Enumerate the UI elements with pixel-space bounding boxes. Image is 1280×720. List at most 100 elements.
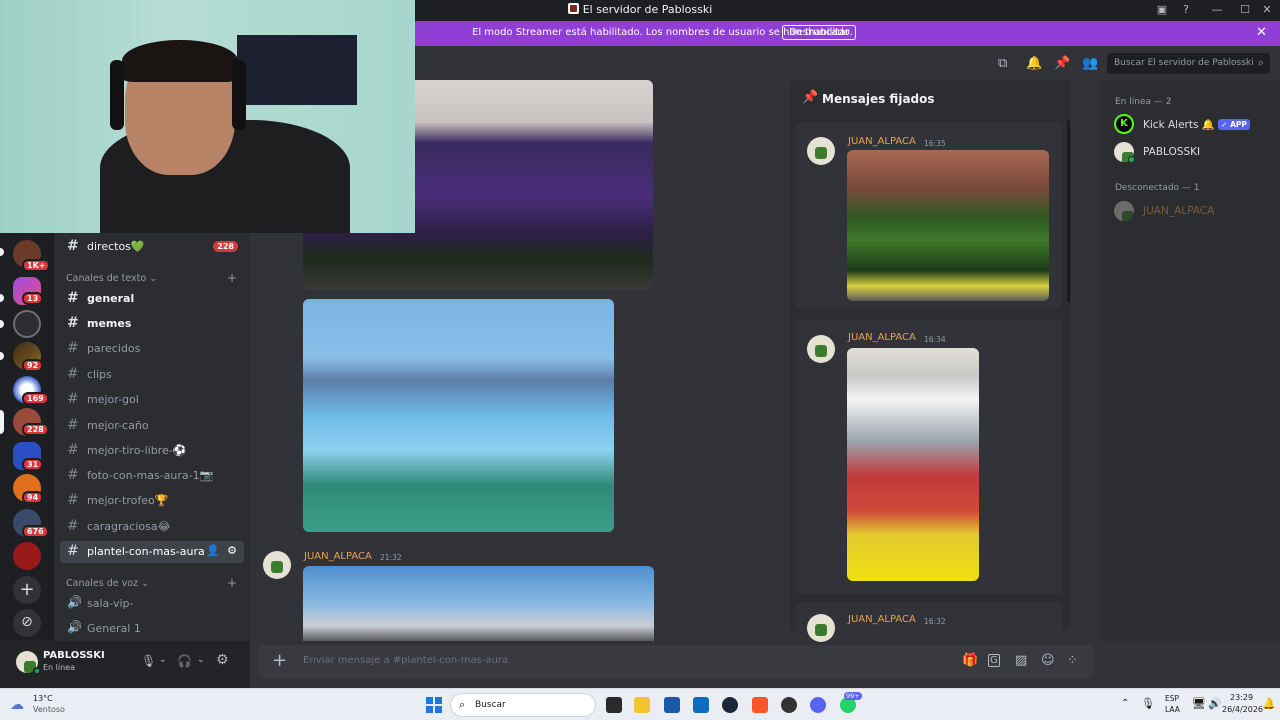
member-list-icon[interactable]: 👥 [1082,56,1098,71]
pinned-photo-green-fans[interactable] [847,150,1049,301]
language-code[interactable]: ESP [1165,694,1179,703]
threads-icon[interactable]: ⧉ [998,56,1007,71]
gift-icon[interactable]: 🎁 [962,653,978,668]
message-timestamp: 16:32 [924,617,946,626]
notification-bell-icon[interactable]: 🔔 [1026,56,1042,71]
server-badge: 94 [22,491,44,504]
category-text-channels[interactable]: Canales de texto ⌄ [66,273,157,284]
member-pablosski[interactable]: PABLOSSKI [1143,146,1200,158]
hash-icon: # [67,543,79,559]
team-photo-trophy[interactable] [303,566,654,641]
add-voice-channel-icon[interactable]: + [227,576,237,590]
discover-icon[interactable]: ⊘ [13,609,41,637]
pinned-message[interactable]: JUAN_ALPACA 16:35 [796,122,1062,308]
sticker-icon[interactable]: ▨ [1015,653,1027,668]
pin-icon[interactable]: 📌 [1054,56,1070,71]
wall-flag [237,35,357,105]
member-avatar[interactable] [1114,201,1134,221]
message-input[interactable]: Enviar mensaje a #plantel-con-mas-aura [303,655,508,666]
pinned-message[interactable]: JUAN_ALPACA 16:32 [796,602,1062,642]
invite-icon[interactable]: 👤 [206,544,220,557]
app-tag: ✓ APP [1218,119,1250,130]
disable-streamer-button[interactable]: Deshabilitar [782,25,857,40]
offline-header: Desconectado — 1 [1115,183,1200,193]
task-view-icon[interactable] [606,697,622,713]
brave-icon[interactable] [752,697,768,713]
channel-general[interactable]: # general [60,288,244,310]
network-icon[interactable]: 🖥 [1192,697,1206,710]
store-icon[interactable] [664,697,680,713]
help-icon[interactable]: ? [1177,3,1195,16]
hash-icon: # [67,366,79,382]
win-logo-part [435,706,442,713]
chevron-down-icon[interactable]: ⌄ [197,655,205,665]
microphone-icon[interactable]: 🎙 [141,654,156,668]
scrollbar[interactable] [1067,120,1070,302]
hash-icon: # [67,290,79,306]
file-explorer-icon[interactable] [634,697,650,713]
add-server-icon[interactable]: + [13,576,41,604]
channel-mejor-gol[interactable]: # mejor-gol [60,389,244,411]
add-channel-icon[interactable]: + [227,271,237,285]
mention-badge: 228 [213,241,238,252]
attach-plus-icon[interactable]: + [272,650,287,671]
kick-logo-icon[interactable]: K [1114,114,1134,134]
author-avatar [807,137,835,165]
chevron-down-icon[interactable]: ⌄ [159,655,167,665]
channel-mejor-tiro-libre[interactable]: # mejor-tiro-libre-⚽ [60,440,244,462]
channel-caragraciosa[interactable]: # caragraciosa😂 [60,516,244,538]
pinned-photo-red-team[interactable] [847,348,979,581]
volume-icon[interactable]: 🔊 [1208,697,1222,710]
inbox-icon[interactable]: ▣ [1153,3,1171,16]
channel-parecidos[interactable]: # parecidos [60,338,244,360]
channel-toolbar: ⧉ 🔔 📌 👥 [790,46,1100,80]
server-icon[interactable] [13,310,41,338]
pinned-message[interactable]: JUAN_ALPACA 16:34 [796,320,1062,594]
discord-icon[interactable] [810,697,826,713]
notifications-bell-icon[interactable]: 🔔 [1262,697,1276,710]
minimize-icon[interactable]: — [1208,3,1226,16]
apps-icon[interactable]: ⁘ [1067,653,1078,668]
weather-temp[interactable]: 13°C [33,694,53,703]
search-input[interactable]: Buscar El servidor de Pablosski ⌕ [1107,53,1270,74]
channel-mejor-trofeo[interactable]: # mejor-trofeo🏆 [60,490,244,512]
gif-icon[interactable]: G [988,654,1000,667]
headphones-icon[interactable]: 🎧 [177,654,192,668]
category-voice-channels[interactable]: Canales de voz ⌄ [66,578,149,589]
user-settings-icon[interactable]: ⚙ [216,652,229,668]
channel-foto-con-mas-aura[interactable]: # foto-con-mas-aura-1📷 [60,465,244,487]
team-photo-light-blue[interactable] [303,299,614,532]
settings-gear-icon[interactable]: ⚙ [227,544,237,557]
emoji-icon[interactable]: ☺ [1041,653,1055,668]
hash-icon: # [67,315,79,331]
channel-directos[interactable]: # directos💚 228 [60,236,244,258]
server-badge: 13 [22,292,44,305]
server-icon[interactable] [13,542,41,570]
channel-memes[interactable]: # memes [60,313,244,335]
start-button[interactable] [426,697,442,713]
selected-server-pill [0,410,4,434]
channel-mejor-cano[interactable]: # mejor-caño [60,415,244,437]
member-kick-alerts[interactable]: Kick Alerts 🔔 ✓ APP [1143,118,1250,131]
message-author[interactable]: JUAN_ALPACA [304,551,372,562]
close-banner-icon[interactable]: ✕ [1256,25,1267,40]
steam-icon[interactable] [722,697,738,713]
maximize-icon[interactable]: ☐ [1236,3,1254,16]
close-window-icon[interactable]: ✕ [1258,3,1276,16]
obs-icon[interactable] [781,697,797,713]
channel-clips[interactable]: # clips [60,364,244,386]
server-badge: 676 [22,525,49,538]
message-composer[interactable]: + Enviar mensaje a #plantel-con-mas-aura… [258,645,1094,679]
channel-plantel-con-mas-aura[interactable]: # plantel-con-mas-aura 👤 ⚙ [60,541,244,563]
voice-channel-general-1[interactable]: 🔊 General 1 [60,618,244,640]
taskbar-search[interactable]: ⌕ Buscar [450,693,596,717]
member-juan-alpaca[interactable]: JUAN_ALPACA [1143,205,1214,217]
tray-chevron-up-icon[interactable]: ⌃ [1121,698,1129,709]
outlook-icon[interactable] [693,697,709,713]
clock-time[interactable]: 23:29 [1230,693,1253,702]
voice-channel-sala-vip[interactable]: 🔊 sala-vip- [60,593,244,615]
tray-mic-icon[interactable]: 🎙 [1141,697,1155,710]
hash-icon: # [67,238,79,254]
author-avatar[interactable] [263,551,291,579]
hash-icon: # [67,391,79,407]
